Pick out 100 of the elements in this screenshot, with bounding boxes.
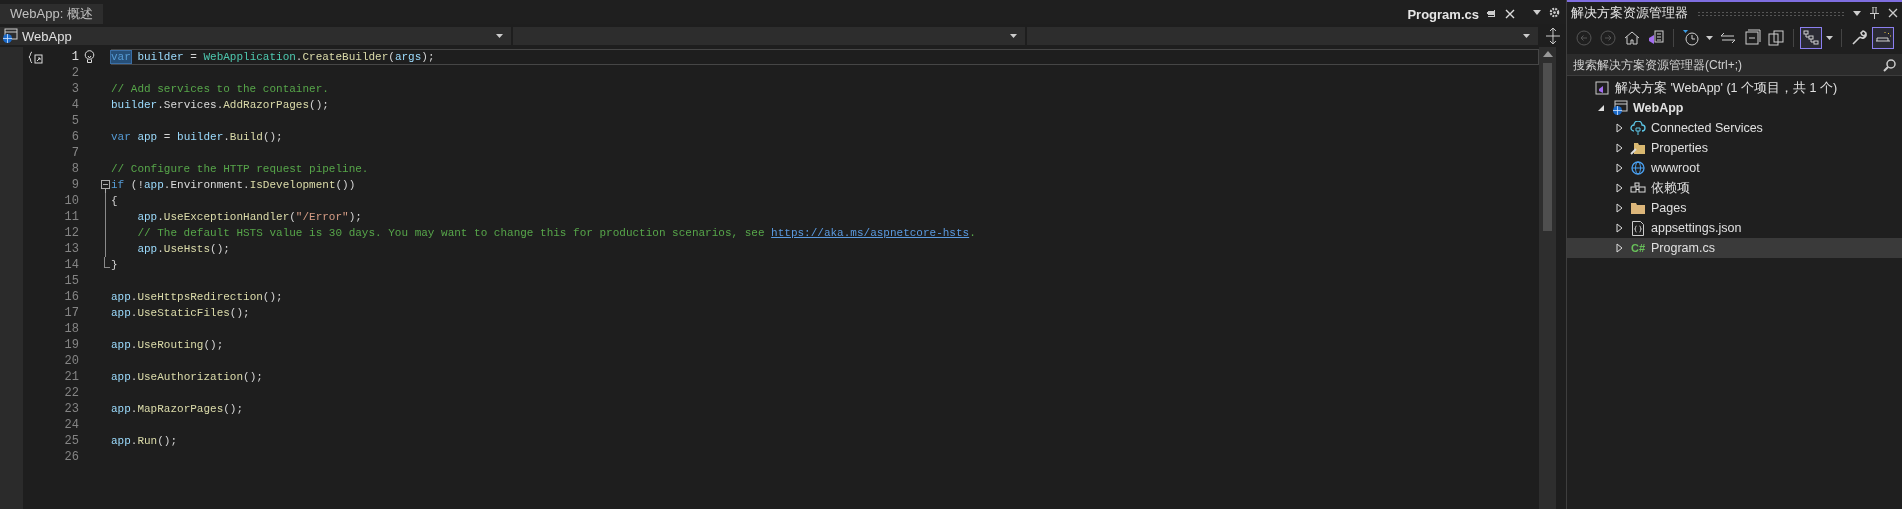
tree-item[interactable]: 依赖项 <box>1567 178 1902 198</box>
code-line: app.UseRouting(); <box>111 338 225 353</box>
project-dropdown[interactable]: WebApp <box>0 27 512 45</box>
web-project-icon <box>1612 100 1628 116</box>
collapse-icon[interactable] <box>100 177 110 193</box>
line-number: 3 <box>70 82 79 96</box>
line-number: 20 <box>63 354 79 368</box>
wrench-icon <box>1850 29 1868 47</box>
line-number: 11 <box>63 210 79 224</box>
line-number: 7 <box>70 146 79 160</box>
line-number: 26 <box>63 450 79 464</box>
line-number: 18 <box>63 322 79 336</box>
scroll-thumb[interactable] <box>1543 63 1552 231</box>
code-line: app.UseHttpsRedirection(); <box>111 290 284 305</box>
back-icon <box>1575 29 1593 47</box>
tree-item[interactable]: Connected Services <box>1567 118 1902 138</box>
code-line: if (!app.Environment.IsDevelopment()) <box>111 178 357 193</box>
settings-icon[interactable] <box>1549 6 1560 18</box>
line-number: 25 <box>63 434 79 448</box>
cloud-plug-icon <box>1630 121 1646 135</box>
code-line: // Configure the HTTP request pipeline. <box>111 162 370 177</box>
tree-item[interactable]: C# Program.cs <box>1567 238 1902 258</box>
scroll-up-icon[interactable] <box>1542 51 1553 57</box>
view-toggle-button[interactable] <box>1800 27 1822 49</box>
scrollbar[interactable] <box>1539 47 1556 509</box>
forward-icon <box>1599 29 1617 47</box>
code-line: app.UseHsts(); <box>136 242 231 257</box>
line-number: 14 <box>63 258 79 272</box>
search-icon <box>1883 59 1896 72</box>
code-line: builder.Services.AddRazorPages(); <box>111 98 330 113</box>
line-number: 2 <box>70 66 79 80</box>
code-line: } <box>111 258 119 273</box>
caret-icon[interactable] <box>1826 36 1833 40</box>
line-number: 23 <box>63 402 79 416</box>
line-number: 4 <box>70 98 79 112</box>
document-tab[interactable]: WebApp: 概述 <box>0 4 103 24</box>
solution-icon <box>1595 81 1609 95</box>
tree-item[interactable]: 解决方案 'WebApp' (1 个项目，共 1 个) <box>1567 78 1902 98</box>
folder-icon <box>1630 201 1646 215</box>
lightbulb-icon[interactable] <box>83 50 95 64</box>
pending-changes-button[interactable] <box>1680 27 1702 49</box>
copies-icon <box>1767 29 1785 47</box>
code-line: // The default HSTS value is 30 days. You may want to change this for production scenarios, see https://aka.ms/aspnetcore-hsts. <box>136 226 977 241</box>
close-icon[interactable] <box>1888 8 1898 18</box>
line-number: 9 <box>70 178 79 192</box>
code-link[interactable]: https://aka.ms/aspnetcore-hsts <box>771 227 970 239</box>
code-line: app.MapRazorPages(); <box>111 402 245 417</box>
code-line: // Add services to the container. <box>111 82 330 97</box>
caret-icon <box>1523 34 1531 38</box>
code-line: app.UseStaticFiles(); <box>111 306 251 321</box>
line-number: 1 <box>70 50 79 64</box>
line-number: 16 <box>63 290 79 304</box>
dropdown-icon[interactable] <box>1853 10 1861 16</box>
dropdown-icon[interactable] <box>1533 9 1541 15</box>
json-file-icon <box>1632 220 1644 236</box>
split-icon[interactable] <box>1546 28 1560 44</box>
hierarchy-icon <box>1802 29 1820 47</box>
show-all-files-button[interactable] <box>1765 27 1787 49</box>
line-number: 5 <box>70 114 79 128</box>
line-number: 10 <box>63 194 79 208</box>
globe-icon <box>1631 161 1645 175</box>
line-number: 21 <box>63 370 79 384</box>
csharp-file-icon: C# <box>1630 242 1646 254</box>
web-project-icon <box>2 28 18 44</box>
clock-icon <box>1682 29 1700 47</box>
caret-icon <box>496 34 504 38</box>
tree-item[interactable]: Pages <box>1567 198 1902 218</box>
tree-item[interactable]: wwwroot <box>1567 158 1902 178</box>
expanded-arrow-icon[interactable] <box>1597 104 1605 112</box>
line-number: 13 <box>63 242 79 256</box>
caret-icon <box>1009 34 1017 38</box>
wrench-folder-icon <box>1630 141 1646 155</box>
tree-item[interactable]: Properties <box>1567 138 1902 158</box>
line-number: 19 <box>63 338 79 352</box>
pin-icon[interactable] <box>1487 9 1497 19</box>
code-line: var app = builder.Build(); <box>111 130 284 145</box>
tree-item[interactable]: WebApp <box>1567 98 1902 118</box>
code-line: app.Run(); <box>111 434 179 449</box>
tree-item[interactable]: appsettings.json <box>1567 218 1902 238</box>
caret-icon[interactable] <box>1706 36 1713 40</box>
preview-button[interactable] <box>1872 27 1894 49</box>
close-icon[interactable] <box>1505 9 1515 19</box>
switch-views-icon <box>1647 29 1665 47</box>
line-number: 17 <box>63 306 79 320</box>
line-number: 15 <box>63 274 79 288</box>
scope-icon[interactable] <box>28 50 44 64</box>
search-field[interactable]: 搜索解决方案资源管理器(Ctrl+;) <box>1567 54 1902 76</box>
code-line: { <box>111 194 119 209</box>
code-line: app.UseAuthorization(); <box>111 370 264 385</box>
line-number: 12 <box>63 226 79 240</box>
panel-title: 解决方案资源管理器 <box>1571 4 1688 22</box>
pin-icon[interactable] <box>1870 7 1879 19</box>
line-number: 22 <box>63 386 79 400</box>
collapse-icon <box>1743 29 1761 47</box>
fold-end-line <box>104 257 110 268</box>
line-number: 24 <box>63 418 79 432</box>
home-icon <box>1623 29 1641 47</box>
line-number: 6 <box>70 130 79 144</box>
line-number: 8 <box>70 162 79 176</box>
code-line: app.UseExceptionHandler("/Error"); <box>136 210 363 225</box>
